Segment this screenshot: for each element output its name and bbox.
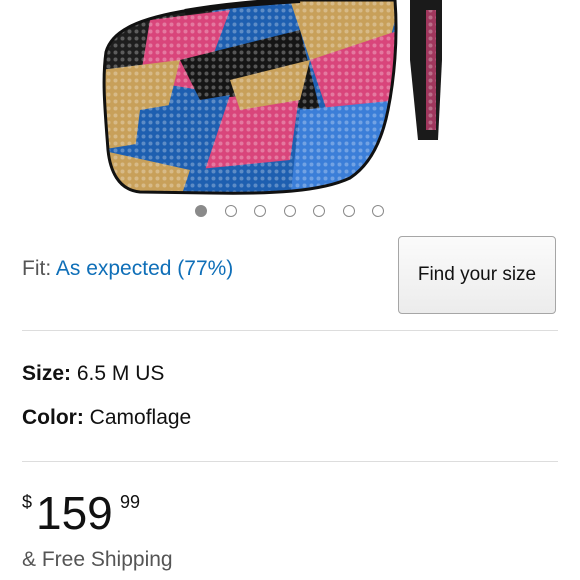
carousel-dot-7[interactable]	[372, 205, 384, 217]
color-value: Camoflage	[89, 406, 192, 429]
carousel-dot-1[interactable]	[195, 205, 207, 217]
carousel-dot-6[interactable]	[343, 205, 355, 217]
product-image[interactable]	[0, 0, 580, 200]
find-your-size-button[interactable]: Find your size	[398, 236, 556, 314]
divider	[22, 330, 558, 331]
carousel-dot-5[interactable]	[313, 205, 325, 217]
size-label: Size:	[22, 362, 72, 385]
shoe-image	[102, 0, 442, 195]
size-value: 6.5 M US	[76, 362, 165, 385]
carousel-dot-2[interactable]	[225, 205, 237, 217]
price-currency: $	[22, 492, 33, 512]
size-spec: Size: 6.5 M US	[22, 362, 164, 386]
shipping-info: & Free Shipping	[22, 548, 173, 571]
image-carousel-indicators	[0, 205, 580, 219]
color-spec: Color: Camoflage	[22, 406, 191, 430]
price-whole: 159	[36, 487, 113, 539]
divider	[22, 461, 558, 462]
color-label: Color:	[22, 406, 84, 429]
price-fraction: 99	[120, 492, 141, 512]
carousel-dot-4[interactable]	[284, 205, 296, 217]
fit-info: Fit: As expected (77%)	[22, 257, 233, 281]
fit-label: Fit:	[22, 257, 52, 280]
fit-rating-link[interactable]: As expected (77%)	[56, 257, 233, 280]
carousel-dot-3[interactable]	[254, 205, 266, 217]
